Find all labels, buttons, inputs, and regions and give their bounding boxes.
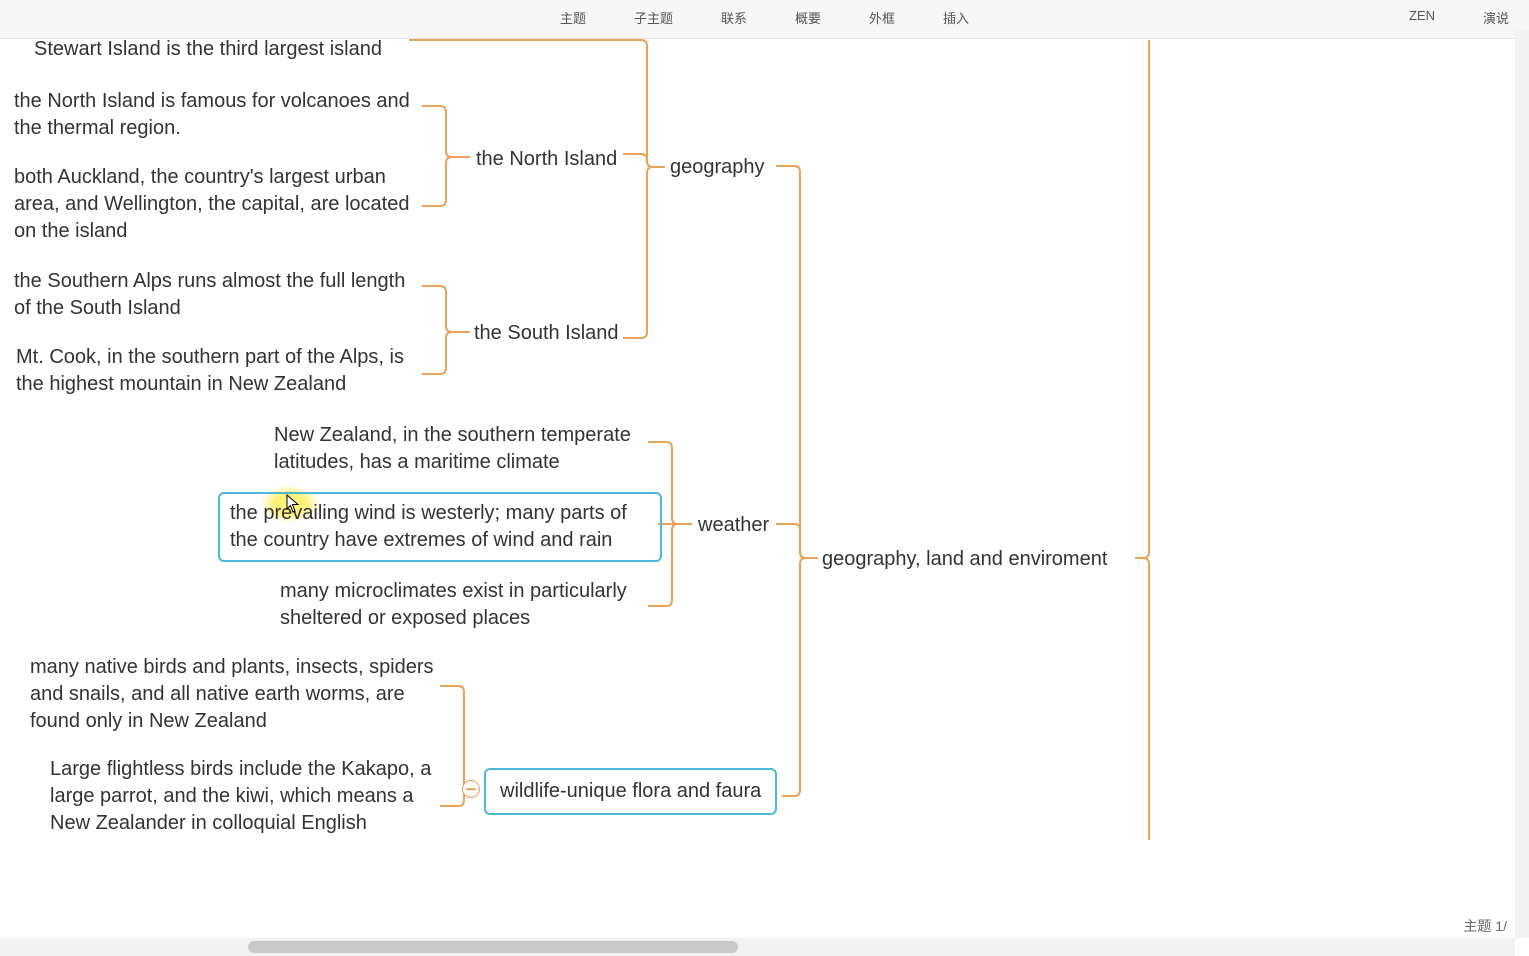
toolbar-boundary[interactable]: 外框 bbox=[869, 8, 895, 27]
node-flightless[interactable]: Large flightless birds include the Kakap… bbox=[50, 756, 445, 837]
node-north-famous[interactable]: the North Island is famous for volcanoes… bbox=[14, 88, 424, 142]
toolbar-relation[interactable]: 联系 bbox=[721, 8, 747, 27]
vertical-scrollbar[interactable] bbox=[1515, 30, 1529, 938]
node-microclimates[interactable]: many microclimates exist in particularly… bbox=[280, 578, 645, 632]
node-weather[interactable]: weather bbox=[698, 512, 769, 539]
node-south-island[interactable]: the South Island bbox=[474, 320, 619, 347]
collapse-handle-icon[interactable] bbox=[462, 780, 480, 798]
toolbar: 主题 子主题 联系 概要 外框 插入 ZEN 演说 bbox=[0, 0, 1529, 39]
node-maritime[interactable]: New Zealand, in the southern temperate l… bbox=[274, 422, 644, 476]
horizontal-scrollbar[interactable] bbox=[0, 938, 1515, 956]
node-prevailing-selected[interactable]: the prevailing wind is westerly; many pa… bbox=[218, 492, 662, 562]
node-mtcook[interactable]: Mt. Cook, in the southern part of the Al… bbox=[16, 344, 426, 398]
node-stewart[interactable]: Stewart Island is the third largest isla… bbox=[34, 36, 414, 63]
toolbar-theme[interactable]: 主题 bbox=[560, 8, 586, 27]
toolbar-summary[interactable]: 概要 bbox=[795, 8, 821, 27]
toolbar-present[interactable]: 演说 bbox=[1483, 8, 1509, 27]
cursor-icon bbox=[286, 494, 300, 514]
node-southern-alps[interactable]: the Southern Alps runs almost the full l… bbox=[14, 268, 424, 322]
toolbar-subtheme[interactable]: 子主题 bbox=[634, 8, 673, 27]
node-north-island[interactable]: the North Island bbox=[476, 146, 617, 173]
node-geography[interactable]: geography bbox=[670, 154, 765, 181]
status-text: 主题 1/ bbox=[1463, 916, 1507, 936]
toolbar-insert[interactable]: 插入 bbox=[943, 8, 969, 27]
node-native[interactable]: many native birds and plants, insects, s… bbox=[30, 654, 445, 735]
node-auckland[interactable]: both Auckland, the country's largest urb… bbox=[14, 164, 424, 245]
toolbar-zen[interactable]: ZEN bbox=[1409, 8, 1435, 27]
horizontal-scrollbar-thumb[interactable] bbox=[248, 941, 738, 953]
node-wildlife-selected[interactable]: wildlife-unique flora and faura bbox=[484, 768, 777, 815]
node-root[interactable]: geography, land and enviroment bbox=[822, 546, 1107, 573]
